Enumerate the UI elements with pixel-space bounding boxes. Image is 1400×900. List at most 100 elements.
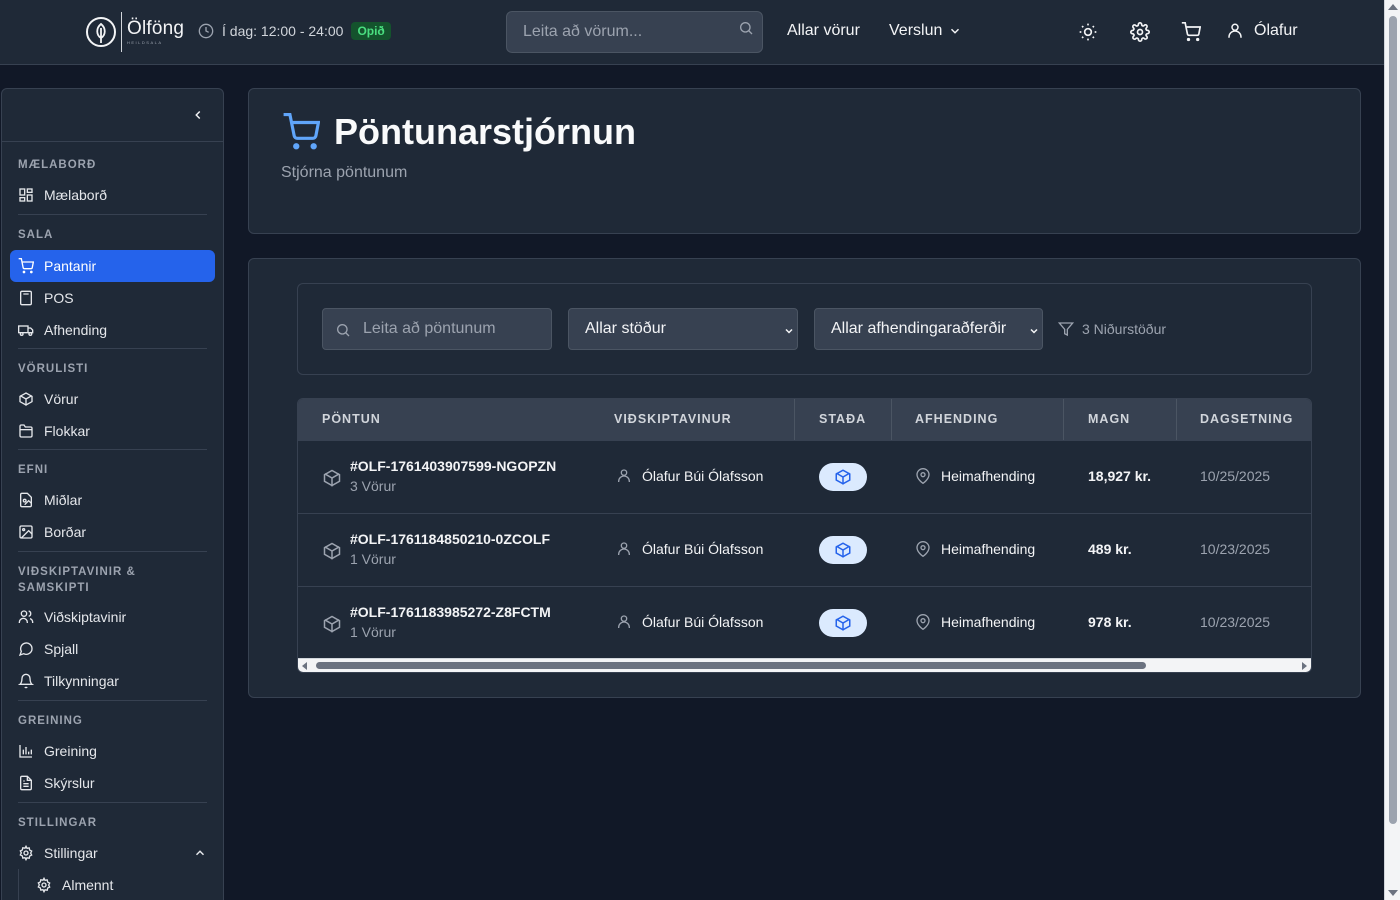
sidebar-item-label: Flokkar — [44, 423, 90, 439]
chat-icon — [18, 642, 33, 657]
chevron-up-icon[interactable] — [193, 846, 207, 860]
order-search-input[interactable] — [323, 309, 551, 349]
status-select-value: Allar stöður — [585, 320, 666, 337]
product-search-input[interactable] — [507, 12, 762, 52]
sidebar-item-dashboard[interactable]: Mælaborð — [10, 179, 215, 211]
delivery-method-select[interactable]: Allar afhendingaraðferðir — [814, 308, 1043, 350]
column-header-customer[interactable]: VIÐSKIPTAVINUR — [614, 412, 732, 426]
column-header-date[interactable]: DAGSETNING — [1200, 412, 1293, 426]
sidebar-item-label: Viðskiptavinir — [44, 609, 127, 625]
open-status-badge: Opið — [351, 22, 391, 40]
status-badge[interactable] — [819, 463, 867, 491]
scroll-right-arrow[interactable] — [1302, 662, 1307, 670]
file-text-icon — [20, 775, 32, 791]
column-header-order[interactable]: PÖNTUN — [322, 412, 381, 426]
truck-icon — [18, 325, 34, 336]
column-header-delivery[interactable]: AFHENDING — [915, 412, 998, 426]
column-header-amount[interactable]: MAGN — [1088, 412, 1130, 426]
sun-icon[interactable] — [1078, 22, 1098, 42]
delivery-cell: Heimafhending — [915, 468, 1035, 484]
sidebar-item-settings[interactable]: Stillingar — [10, 837, 215, 869]
order-cell: #OLF-1761184850210-0ZCOLF 1 Vörur — [350, 531, 550, 567]
nav-all-products-label: Allar vörur — [787, 22, 860, 39]
logo-divider — [121, 12, 122, 52]
cart-icon — [18, 258, 34, 274]
cart-icon — [283, 113, 320, 150]
order-number[interactable]: #OLF-1761183985272-Z8FCTM — [350, 604, 551, 620]
sidebar-item-customers[interactable]: Viðskiptavinir — [10, 601, 215, 633]
status-badge[interactable] — [819, 536, 867, 564]
sidebar-item-label: Borðar — [44, 524, 87, 540]
sidebar-item-general[interactable]: Almennt — [28, 869, 215, 900]
scroll-down-arrow[interactable] — [1388, 890, 1398, 896]
sidebar-item-banners[interactable]: Borðar — [10, 516, 215, 548]
scrollbar-thumb[interactable] — [316, 662, 1146, 669]
table-row[interactable]: #OLF-1761184850210-0ZCOLF 1 Vörur Ólafur… — [298, 513, 1311, 586]
sidebar-item-orders[interactable]: Pantanir — [10, 250, 215, 282]
package-icon — [19, 392, 33, 406]
sidebar-item-analytics[interactable]: Greining — [10, 735, 215, 767]
scrollbar-thumb[interactable] — [1389, 16, 1397, 824]
customer-cell: Ólafur Búi Ólafsson — [616, 541, 763, 557]
sidebar-item-products[interactable]: Vörur — [10, 383, 215, 415]
status-badge[interactable] — [819, 609, 867, 637]
sidebar-item-label: Afhending — [44, 322, 108, 338]
logo[interactable]: Ölföng HEILDSALA — [85, 12, 184, 52]
customer-cell: Ólafur Búi Ólafsson — [616, 614, 763, 630]
gear-icon[interactable] — [1130, 22, 1150, 42]
sidebar-item-label: Stillingar — [44, 845, 98, 861]
orders-card: Allar stöður Allar afhendingaraðferðir 3… — [248, 258, 1361, 698]
nav-all-products[interactable]: Allar vörur — [787, 22, 860, 40]
user-icon — [618, 615, 630, 628]
order-item-count: 1 Vörur — [350, 551, 396, 567]
sidebar-item-label: Skýrslur — [44, 775, 95, 791]
sidebar-item-categories[interactable]: Flokkar — [10, 415, 215, 447]
section-title-settings: STILLINGAR — [18, 817, 97, 829]
delivery-select-value: Allar afhendingaraðferðir — [831, 320, 1007, 337]
table-row[interactable]: #OLF-1761403907599-NGOPZN 3 Vörur Ólafur… — [298, 440, 1311, 513]
filter-icon — [1058, 322, 1074, 337]
sidebar-item-reports[interactable]: Skýrslur — [10, 767, 215, 799]
nav-shop-dropdown[interactable]: Verslun — [889, 22, 962, 40]
filter-bar: Allar stöður Allar afhendingaraðferðir 3… — [297, 283, 1312, 375]
opening-hours: Í dag: 12:00 - 24:00 Opið — [198, 22, 391, 40]
sidebar-item-label: POS — [44, 290, 74, 306]
sidebar-item-notifications[interactable]: Tilkynningar — [10, 665, 215, 697]
table-horizontal-scrollbar[interactable] — [298, 658, 1311, 672]
sidebar-item-delivery[interactable]: Afhending — [10, 314, 215, 346]
folder-icon — [19, 424, 33, 438]
scroll-left-arrow[interactable] — [302, 662, 307, 670]
customer-name: Ólafur Búi Ólafsson — [642, 468, 764, 484]
order-number[interactable]: #OLF-1761403907599-NGOPZN — [350, 458, 556, 474]
column-header-status[interactable]: STAÐA — [819, 412, 866, 426]
user-icon — [618, 469, 630, 482]
product-search[interactable] — [506, 11, 763, 53]
sidebar-item-chat[interactable]: Spjall — [10, 633, 215, 665]
scroll-up-arrow[interactable] — [1388, 4, 1398, 10]
map-pin-icon — [916, 468, 930, 484]
order-search[interactable] — [322, 308, 552, 350]
users-icon — [18, 610, 34, 623]
cart-icon[interactable] — [1181, 22, 1201, 42]
page-vertical-scrollbar[interactable] — [1384, 0, 1400, 900]
delivery-method: Heimafhending — [941, 468, 1036, 484]
sidebar-item-pos[interactable]: POS — [10, 282, 215, 314]
bell-icon — [18, 673, 34, 689]
section-title-content: EFNI — [18, 464, 49, 476]
settings-item-content: Stillingar — [18, 845, 98, 861]
table-row[interactable]: #OLF-1761183985272-Z8FCTM 1 Vörur Ólafur… — [298, 586, 1311, 659]
status-select[interactable]: Allar stöður — [568, 308, 798, 350]
user-menu[interactable]: Ólafur — [1226, 22, 1298, 40]
sidebar-item-media[interactable]: Miðlar — [10, 484, 215, 516]
customer-name: Ólafur Búi Ólafsson — [642, 541, 764, 557]
chevron-left-icon[interactable] — [191, 108, 205, 122]
results-count-text: 3 Niðurstöður — [1082, 321, 1167, 337]
sidebar: MÆLABORÐ Mælaborð SALA Pantanir POS Afhe… — [1, 88, 224, 900]
settings-submenu: Almennt — [2, 869, 223, 900]
search-icon[interactable] — [738, 20, 754, 36]
column-divider — [794, 399, 795, 440]
package-icon — [835, 542, 851, 558]
package-icon — [323, 615, 341, 633]
order-number[interactable]: #OLF-1761184850210-0ZCOLF — [350, 531, 550, 547]
section-title-sales: SALA — [18, 229, 54, 241]
